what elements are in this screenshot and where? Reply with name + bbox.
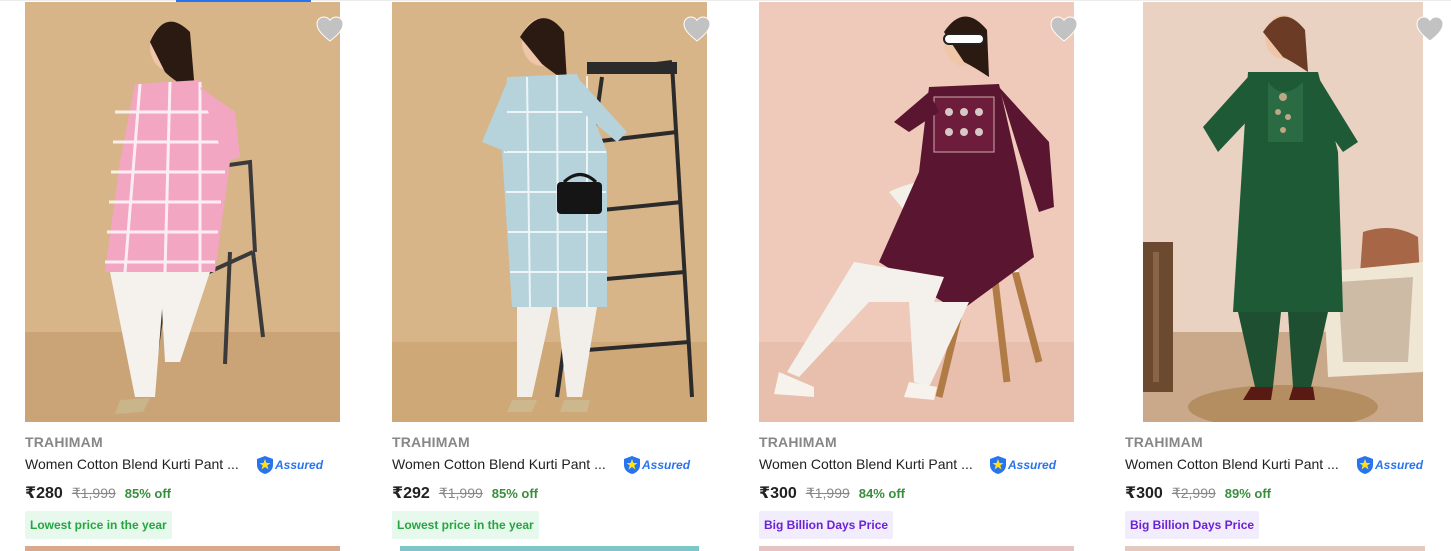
- wishlist-heart-icon[interactable]: [316, 16, 344, 42]
- selling-price: ₹292: [392, 485, 430, 502]
- product-brand: TRAHIMAM: [759, 434, 837, 450]
- product-title[interactable]: Women Cotton Blend Kurti Pant ...: [25, 456, 239, 472]
- assured-label: Assured: [1008, 458, 1057, 472]
- product-brand: TRAHIMAM: [25, 434, 103, 450]
- price-row: ₹292 ₹1,999 85% off: [392, 483, 538, 503]
- original-price: ₹1,999: [438, 485, 483, 501]
- offer-tag: Big Billion Days Price: [1125, 511, 1260, 539]
- product-image[interactable]: [25, 2, 340, 422]
- assured-label: Assured: [642, 458, 691, 472]
- assured-shield-icon: [1357, 456, 1373, 474]
- product-title[interactable]: Women Cotton Blend Kurti Pant ...: [1125, 456, 1339, 472]
- offer-tag: Big Billion Days Price: [759, 511, 894, 539]
- wishlist-heart-icon[interactable]: [1050, 16, 1078, 42]
- assured-label: Assured: [275, 458, 324, 472]
- product-image[interactable]: [1143, 2, 1423, 422]
- price-row: ₹300 ₹1,999 84% off: [759, 483, 905, 503]
- selling-price: ₹280: [25, 485, 63, 502]
- original-price: ₹1,999: [71, 485, 116, 501]
- product-title[interactable]: Women Cotton Blend Kurti Pant ...: [392, 456, 606, 472]
- price-row: ₹300 ₹2,999 89% off: [1125, 483, 1271, 503]
- product-card[interactable]: TRAHIMAM Women Cotton Blend Kurti Pant .…: [759, 2, 1089, 551]
- product-image[interactable]: [392, 2, 707, 422]
- original-price: ₹2,999: [1171, 485, 1216, 501]
- discount-percent: 89% off: [1224, 486, 1272, 501]
- price-row: ₹280 ₹1,999 85% off: [25, 483, 171, 503]
- wishlist-heart-icon[interactable]: [683, 16, 711, 42]
- assured-badge: Assured: [1356, 455, 1423, 475]
- assured-shield-icon: [257, 456, 273, 474]
- selling-price: ₹300: [1125, 485, 1163, 502]
- offer-tag: Lowest price in the year: [392, 511, 539, 539]
- original-price: ₹1,999: [805, 485, 850, 501]
- product-card[interactable]: TRAHIMAM Women Cotton Blend Kurti Pant .…: [1125, 2, 1451, 551]
- discount-percent: 84% off: [858, 486, 906, 501]
- wishlist-heart-icon[interactable]: [1416, 16, 1444, 42]
- product-title[interactable]: Women Cotton Blend Kurti Pant ...: [759, 456, 973, 472]
- product-brand: TRAHIMAM: [1125, 434, 1203, 450]
- assured-badge: Assured: [989, 455, 1056, 475]
- selling-price: ₹300: [759, 485, 797, 502]
- discount-percent: 85% off: [491, 486, 539, 501]
- product-image[interactable]: [759, 2, 1074, 422]
- offer-tag: Lowest price in the year: [25, 511, 172, 539]
- assured-badge: Assured: [623, 455, 690, 475]
- assured-label: Assured: [1375, 458, 1424, 472]
- product-card[interactable]: TRAHIMAM Women Cotton Blend Kurti Pant .…: [25, 2, 355, 551]
- discount-percent: 85% off: [124, 486, 172, 501]
- assured-badge: Assured: [256, 455, 323, 475]
- product-brand: TRAHIMAM: [392, 434, 470, 450]
- assured-shield-icon: [990, 456, 1006, 474]
- product-card[interactable]: TRAHIMAM Women Cotton Blend Kurti Pant .…: [392, 2, 722, 551]
- assured-shield-icon: [624, 456, 640, 474]
